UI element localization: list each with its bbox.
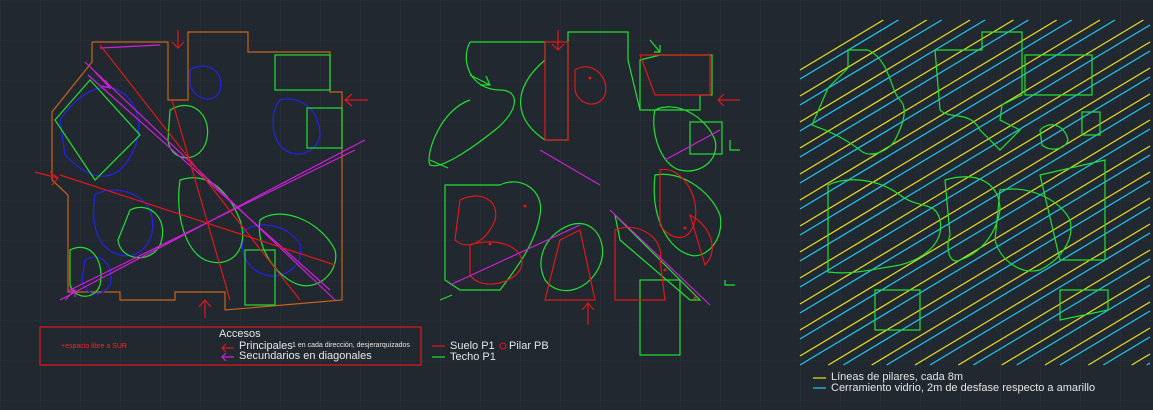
espacio-libre-note: +espacio libre a SUR — [61, 343, 127, 350]
cerramiento-label: Cerramiento vidrio, 2m de desfase respec… — [831, 382, 1096, 394]
cad-drawing-canvas[interactable] — [0, 0, 1153, 410]
secundarios-label: Secundarios en diagonales — [239, 350, 372, 362]
accesos-title: Accesos — [219, 328, 261, 340]
principales-note: 1 en cada dirección, desjerarquizados — [292, 342, 410, 349]
techo-label: Techo P1 — [450, 351, 496, 363]
pilar-label: Pilar PB — [509, 340, 549, 352]
